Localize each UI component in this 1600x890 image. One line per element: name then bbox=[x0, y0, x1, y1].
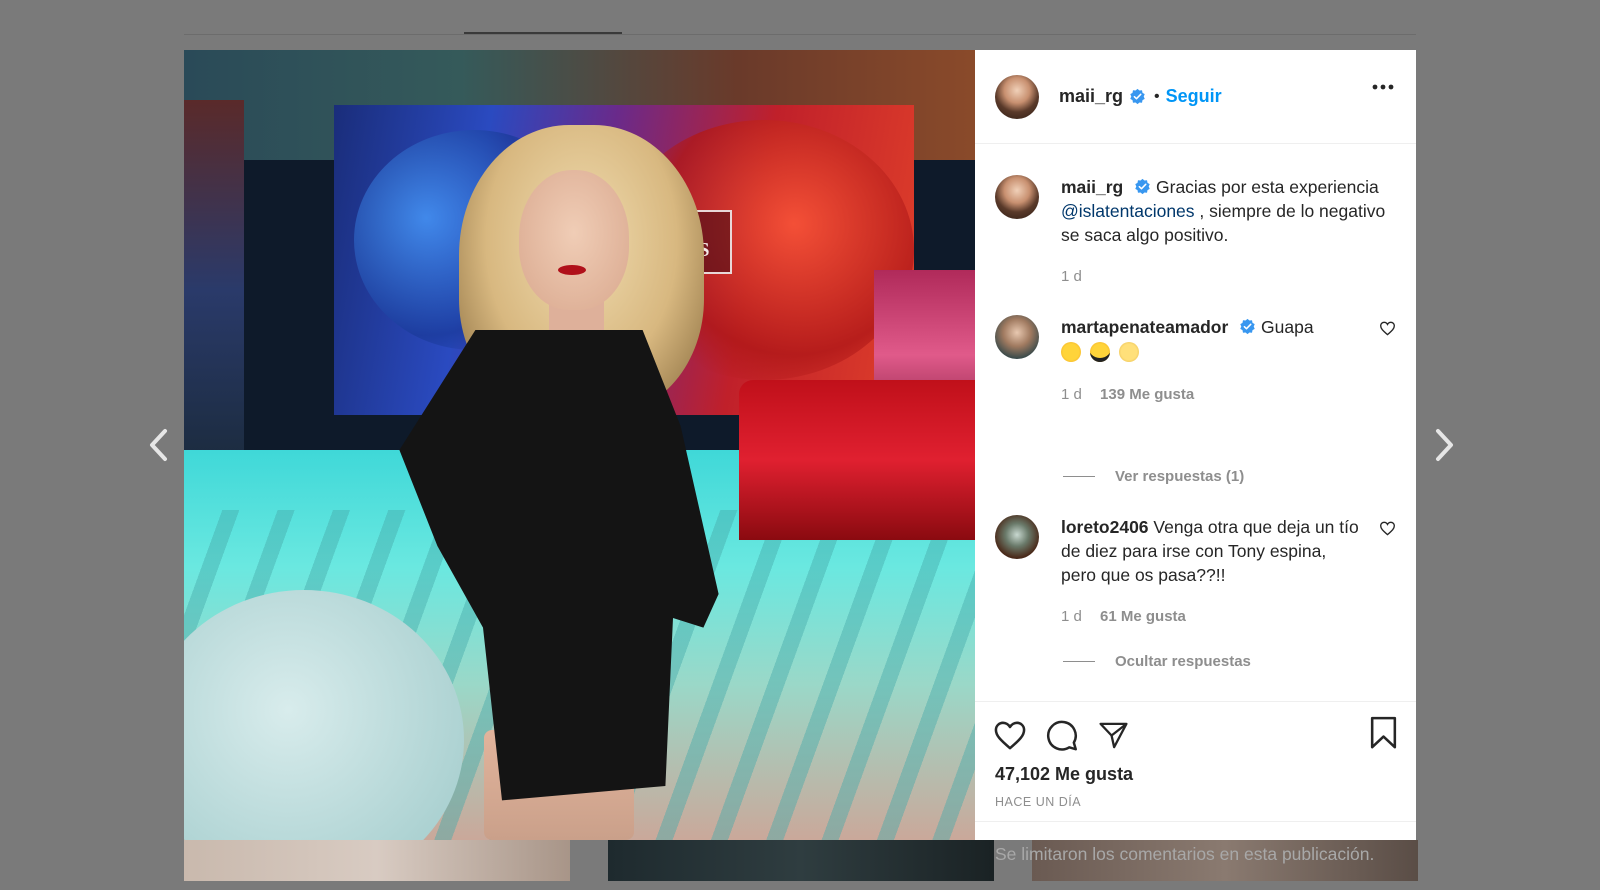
author-avatar[interactable] bbox=[995, 74, 1039, 119]
comment-username[interactable]: loreto2406 bbox=[1061, 517, 1149, 537]
post-side-panel: maii_rg • Seguir maii_rg Gracias por est… bbox=[975, 50, 1416, 864]
verified-badge-icon bbox=[1135, 178, 1150, 195]
star-struck-emoji-icon bbox=[1061, 342, 1081, 362]
comments-list[interactable]: maii_rg Gracias por esta experiencia @is… bbox=[975, 145, 1416, 701]
separator-dot: • bbox=[1154, 87, 1160, 105]
chevron-right-icon bbox=[1436, 429, 1453, 461]
bookmark-icon[interactable] bbox=[1369, 716, 1398, 750]
comment-time[interactable]: 1 d bbox=[1061, 608, 1082, 625]
comment-icon[interactable] bbox=[1045, 719, 1079, 752]
post-modal: de las ONES maii_rg • Seguir bbox=[184, 50, 1416, 864]
next-post-button[interactable] bbox=[1430, 425, 1460, 465]
more-options-icon[interactable] bbox=[1372, 84, 1394, 90]
grid-thumbnail[interactable] bbox=[184, 840, 570, 881]
caption-body: maii_rg Gracias por esta experiencia @is… bbox=[1061, 175, 1396, 289]
grid-thumbnail[interactable] bbox=[608, 840, 994, 881]
comment-row: martapenateamador Guapa 1 d 139 Me gusta bbox=[995, 315, 1396, 407]
caption-time[interactable]: 1 d bbox=[1061, 268, 1082, 285]
view-replies-label: Ver respuestas (1) bbox=[1115, 468, 1245, 485]
comment-likes[interactable]: 61 Me gusta bbox=[1100, 608, 1186, 625]
sunglasses-emoji-icon bbox=[1089, 342, 1110, 362]
active-tab-indicator bbox=[464, 32, 622, 34]
pleading-emoji-icon bbox=[1118, 342, 1139, 362]
profile-tabs-divider bbox=[184, 34, 1416, 35]
caption-text: Gracias por esta experiencia bbox=[1156, 177, 1379, 197]
comments-limited-notice: Se limitaron los comentarios en esta pub… bbox=[975, 821, 1416, 890]
replies-line bbox=[1063, 661, 1095, 662]
comment-row: loreto2406 Venga otra que deja un tío de… bbox=[995, 515, 1396, 629]
comment-body: martapenateamador Guapa 1 d 139 Me gusta bbox=[1061, 315, 1359, 407]
comment-likes[interactable]: 139 Me gusta bbox=[1100, 386, 1194, 403]
verified-badge-icon bbox=[1130, 88, 1145, 105]
heart-icon[interactable] bbox=[1379, 521, 1396, 536]
caption-username[interactable]: maii_rg bbox=[1061, 177, 1123, 197]
caption-avatar[interactable] bbox=[995, 175, 1039, 219]
comment-meta: 1 d 61 Me gusta bbox=[1061, 605, 1359, 629]
photo-left-wall bbox=[184, 100, 244, 480]
caption-mention-link[interactable]: @islatentaciones bbox=[1061, 201, 1195, 221]
chevron-left-icon bbox=[150, 429, 167, 461]
commenter-avatar[interactable] bbox=[995, 315, 1039, 359]
post-timestamp[interactable]: HACE UN DÍA bbox=[975, 795, 1416, 809]
follow-button[interactable]: Seguir bbox=[1166, 86, 1222, 107]
previous-post-button[interactable] bbox=[143, 425, 173, 465]
view-replies-button[interactable]: Ver respuestas (1) bbox=[1063, 468, 1244, 485]
post-actions: 47,102 Me gusta HACE UN DÍA Se limitaron… bbox=[975, 701, 1416, 864]
heart-icon[interactable] bbox=[1379, 321, 1396, 336]
action-icons bbox=[975, 702, 1416, 768]
hide-replies-button[interactable]: Ocultar respuestas bbox=[1063, 653, 1251, 670]
photo-person-lips bbox=[558, 265, 586, 275]
comment-body: loreto2406 Venga otra que deja un tío de… bbox=[1061, 515, 1359, 629]
comment-time[interactable]: 1 d bbox=[1061, 386, 1082, 403]
photo-red-sofa bbox=[739, 380, 975, 540]
comment-emoji-row bbox=[1061, 341, 1359, 365]
commenter-avatar[interactable] bbox=[995, 515, 1039, 559]
caption-meta: 1 d bbox=[1061, 265, 1396, 289]
post-photo[interactable]: de las ONES bbox=[184, 50, 975, 840]
replies-line bbox=[1063, 476, 1095, 477]
caption-row: maii_rg Gracias por esta experiencia @is… bbox=[995, 175, 1396, 289]
comment-text: Guapa bbox=[1261, 317, 1314, 337]
author-username[interactable]: maii_rg bbox=[1059, 86, 1123, 107]
photo-person-face bbox=[519, 170, 629, 310]
comment-username[interactable]: martapenateamador bbox=[1061, 317, 1228, 337]
share-icon[interactable] bbox=[1097, 720, 1130, 751]
post-header: maii_rg • Seguir bbox=[975, 50, 1416, 144]
hide-replies-label: Ocultar respuestas bbox=[1115, 653, 1251, 670]
like-heart-icon[interactable] bbox=[993, 720, 1027, 751]
comment-meta: 1 d 139 Me gusta bbox=[1061, 383, 1359, 407]
verified-badge-icon bbox=[1240, 318, 1255, 335]
